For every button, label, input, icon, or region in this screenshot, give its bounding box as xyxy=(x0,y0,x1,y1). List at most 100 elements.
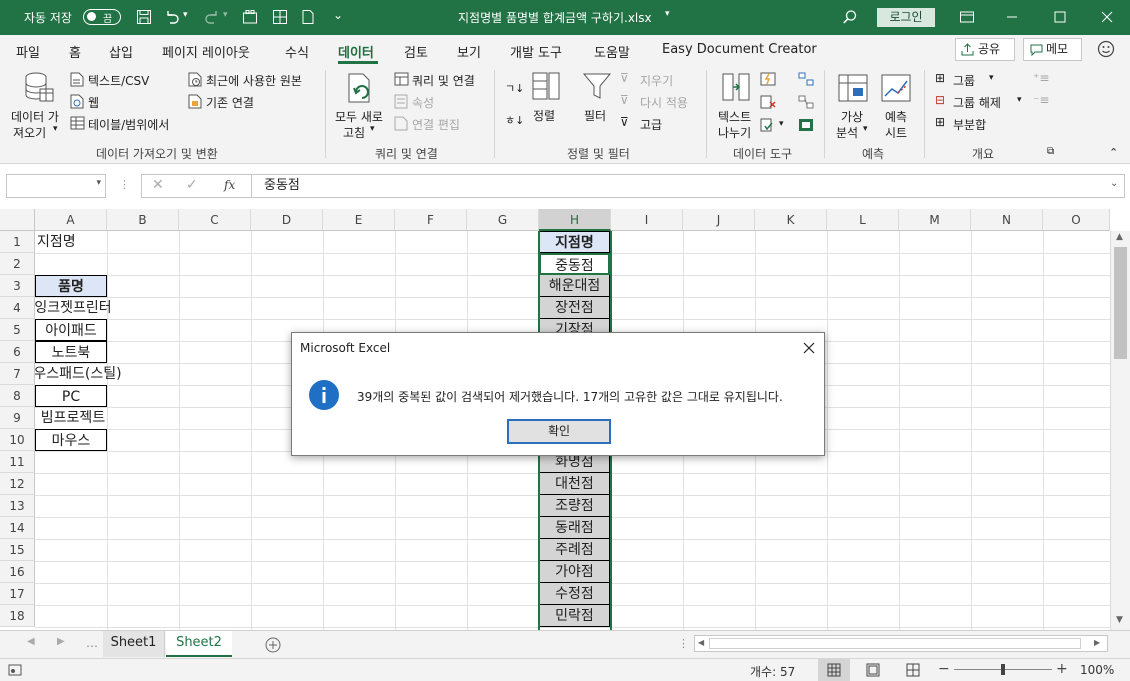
sort-button[interactable]: 정렬 xyxy=(530,70,562,126)
prev-sheet-icon[interactable]: ◀ xyxy=(27,636,35,647)
undo-icon[interactable] xyxy=(164,9,180,25)
column-header[interactable]: A xyxy=(35,209,107,231)
zoom-in-icon[interactable]: + xyxy=(1056,661,1068,677)
zoom-slider-thumb[interactable] xyxy=(1001,664,1005,675)
clear-filter-button[interactable]: ⊽ 지우기 xyxy=(620,71,690,89)
column-header[interactable]: E xyxy=(323,209,395,231)
row-header[interactable]: 18 xyxy=(0,605,35,627)
scroll-right-icon[interactable]: ▶ xyxy=(1094,638,1100,647)
cancel-icon[interactable]: ✕ xyxy=(152,177,164,193)
vertical-scrollbar[interactable]: ▲ ▼ xyxy=(1110,231,1130,630)
column-header[interactable]: M xyxy=(899,209,971,231)
share-button[interactable]: 공유 xyxy=(955,38,1015,61)
row-header[interactable]: 2 xyxy=(0,253,35,275)
text-to-columns-button[interactable]: 텍스트 나누기 xyxy=(714,70,758,140)
tabs-splitter-icon[interactable]: ⋮ xyxy=(678,637,689,650)
insert-function-icon[interactable]: fx xyxy=(224,178,235,192)
tab-view[interactable]: 보기 xyxy=(457,42,481,61)
scroll-up-icon[interactable]: ▲ xyxy=(1116,232,1123,242)
search-icon[interactable] xyxy=(842,9,858,25)
feedback-smiley-icon[interactable] xyxy=(1097,40,1115,58)
name-box-dropdown-icon[interactable]: ▾ xyxy=(96,178,101,188)
column-header[interactable]: G xyxy=(467,209,539,231)
tab-insert[interactable]: 삽입 xyxy=(109,42,133,61)
tab-home[interactable]: 홈 xyxy=(69,42,81,61)
formula-bar-grip-icon[interactable]: ⋮ xyxy=(119,178,130,191)
from-table-button[interactable]: 테이블/범위에서 xyxy=(70,115,190,133)
refresh-all-button[interactable]: 모두 새로 고침 ▾ xyxy=(332,70,390,140)
row-header[interactable]: 14 xyxy=(0,517,35,539)
row-header[interactable]: 3 xyxy=(0,275,35,297)
select-all-corner[interactable] xyxy=(0,209,35,231)
minimize-icon[interactable] xyxy=(1001,6,1023,28)
column-header-selected[interactable]: H xyxy=(539,209,611,231)
group-button[interactable]: ⊞ 그룹 ▾ xyxy=(935,71,1005,89)
web-button[interactable]: 웹 xyxy=(70,93,130,111)
maximize-icon[interactable] xyxy=(1049,6,1071,28)
close-icon[interactable] xyxy=(1096,6,1118,28)
tab-easy-document-creator[interactable]: Easy Document Creator xyxy=(662,42,817,57)
zoom-out-icon[interactable]: − xyxy=(938,661,950,677)
tabs-more-icon[interactable]: … xyxy=(86,636,98,650)
cell-a1[interactable]: 지점명 xyxy=(37,231,107,253)
add-sheet-icon[interactable] xyxy=(265,637,281,653)
row-header[interactable]: 16 xyxy=(0,561,35,583)
document-title[interactable]: 지점명별 품명별 합계금액 구하기.xlsx xyxy=(458,9,652,26)
column-header[interactable]: K xyxy=(755,209,827,231)
data-validation-icon[interactable] xyxy=(760,118,776,132)
column-header[interactable]: D xyxy=(251,209,323,231)
what-if-button[interactable]: 가상 분석 ▾ xyxy=(833,70,873,140)
dialog-close-icon[interactable] xyxy=(802,341,816,355)
cell-a10[interactable]: 마우스 xyxy=(35,429,107,451)
tab-file[interactable]: 파일 xyxy=(16,42,40,61)
edit-links-button[interactable]: 연결 편집 xyxy=(394,115,474,133)
properties-button[interactable]: 속성 xyxy=(394,93,454,111)
ribbon-display-icon[interactable] xyxy=(959,9,975,25)
tab-page-layout[interactable]: 페이지 레이아웃 xyxy=(162,42,250,61)
row-header[interactable]: 1 xyxy=(0,231,35,253)
column-header[interactable]: O xyxy=(1043,209,1110,231)
data-model-icon[interactable] xyxy=(798,118,814,132)
column-header[interactable]: C xyxy=(179,209,251,231)
row-header[interactable]: 9 xyxy=(0,407,35,429)
filter-button[interactable]: 필터 xyxy=(580,70,614,126)
row-header[interactable]: 11 xyxy=(0,451,35,473)
subtotal-button[interactable]: ⊞ 부분합 xyxy=(935,115,1005,133)
relationships-icon[interactable] xyxy=(798,95,814,109)
queries-connections-button[interactable]: 쿼리 및 연결 xyxy=(394,71,494,89)
consolidate-icon[interactable] xyxy=(798,72,814,86)
column-header[interactable]: J xyxy=(683,209,755,231)
get-data-button[interactable]: 데이터 가 져오기 ▾ xyxy=(8,70,66,140)
row-header[interactable]: 4 xyxy=(0,297,35,319)
undo-dropdown-icon[interactable]: ▾ xyxy=(183,10,188,20)
collapse-ribbon-icon[interactable]: ⌃ xyxy=(1109,146,1118,159)
existing-connections-button[interactable]: 기존 연결 xyxy=(188,93,268,111)
tab-review[interactable]: 검토 xyxy=(404,42,428,61)
cell-a8[interactable]: PC xyxy=(35,385,107,407)
horizontal-scroll-thumb[interactable] xyxy=(709,638,1081,649)
customize-qat-icon[interactable]: ⌄ xyxy=(333,8,343,22)
page-layout-view-icon[interactable] xyxy=(866,663,880,677)
ok-button[interactable]: 확인 xyxy=(507,419,611,444)
scroll-down-icon[interactable]: ▼ xyxy=(1116,615,1123,625)
row-header[interactable]: 6 xyxy=(0,341,35,363)
flash-fill-icon[interactable] xyxy=(760,72,776,86)
outline-dialog-launcher-icon[interactable]: ⧉ xyxy=(1047,146,1054,157)
row-header[interactable]: 7 xyxy=(0,363,35,385)
redo-dropdown-icon[interactable]: ▾ xyxy=(223,10,228,20)
row-header[interactable]: 10 xyxy=(0,429,35,451)
row-header[interactable]: 8 xyxy=(0,385,35,407)
macro-record-icon[interactable] xyxy=(8,663,22,677)
text-csv-button[interactable]: 텍스트/CSV xyxy=(70,71,180,89)
tab-developer[interactable]: 개발 도구 xyxy=(510,42,562,61)
recent-sources-button[interactable]: 최근에 사용한 원본 xyxy=(188,71,318,89)
redo-icon[interactable] xyxy=(204,9,220,25)
row-header[interactable]: 12 xyxy=(0,473,35,495)
scroll-thumb[interactable] xyxy=(1114,247,1127,359)
sheet-tab-sheet1[interactable]: Sheet1 xyxy=(103,631,165,657)
sheet-tab-sheet2-active[interactable]: Sheet2 xyxy=(166,631,232,657)
forecast-sheet-button[interactable]: 예측 시트 xyxy=(877,70,917,140)
column-header[interactable]: F xyxy=(395,209,467,231)
name-box[interactable]: ▾ xyxy=(6,174,106,198)
remove-duplicates-icon[interactable] xyxy=(760,95,776,109)
